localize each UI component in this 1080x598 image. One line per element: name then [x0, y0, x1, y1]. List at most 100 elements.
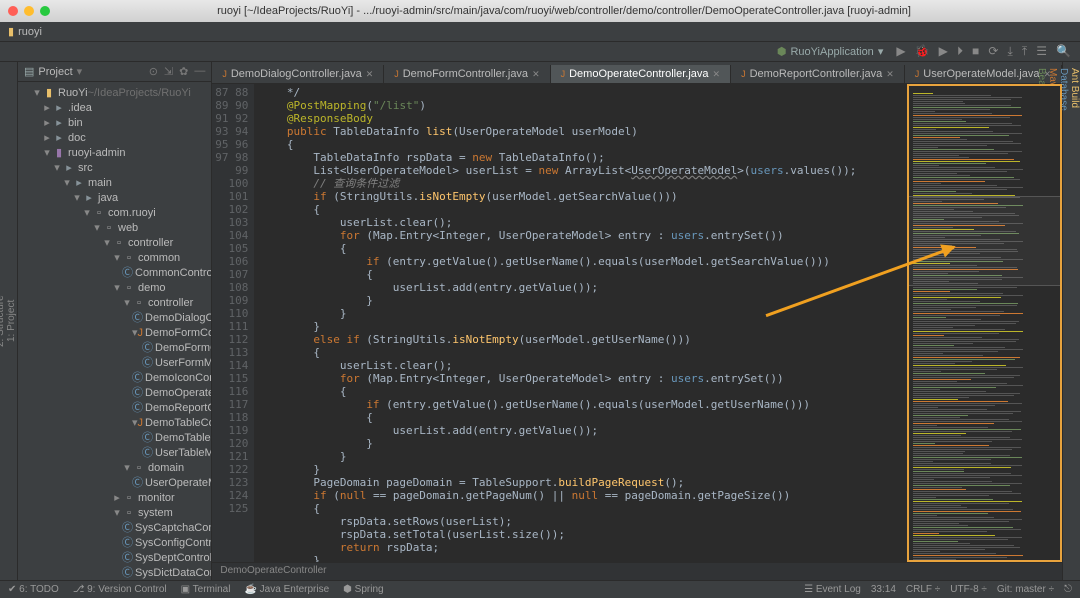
settings-icon[interactable]: ✿	[179, 65, 188, 78]
tree-node-syscaptchacontroller[interactable]: ⒸSysCaptchaController	[18, 521, 211, 536]
editor-area: JDemoDialogController.java✕JDemoFormCont…	[212, 62, 1062, 580]
zoom-window-icon[interactable]	[40, 6, 50, 16]
tree-node-common[interactable]: ▾▫common	[18, 251, 211, 266]
status-item[interactable]: 33:14	[871, 584, 896, 595]
tree-node-demodialogcontroller[interactable]: ⒸDemoDialogController	[18, 311, 211, 326]
minimap-viewport[interactable]	[909, 196, 1060, 286]
tree-node-usertablemodel[interactable]: ⒸUserTableModel	[18, 446, 211, 461]
window-title: ruoyi [~/IdeaProjects/RuoYi] - .../ruoyi…	[56, 5, 1072, 17]
tree-node-sysconfigcontroller[interactable]: ⒸSysConfigController	[18, 536, 211, 551]
status-item[interactable]: ⎋	[1064, 584, 1072, 595]
tree-node-demooperatecontroller[interactable]: ⒸDemoOperateController	[18, 386, 211, 401]
java-file-icon: J	[561, 69, 566, 79]
line-number-gutter[interactable]: 87 88 89 90 91 92 93 94 95 96 97 98 99 1…	[212, 84, 254, 562]
tool-tab-structure[interactable]: 2: Structure	[0, 62, 6, 580]
tree-node-doc[interactable]: ▸▸doc	[18, 131, 211, 146]
status-item[interactable]: UTF-8 ÷	[950, 584, 987, 595]
tree-node-sysdictdatacontroller[interactable]: ⒸSysDictDataController	[18, 566, 211, 580]
status-tab-6todo[interactable]: ✔ 6: TODO	[8, 584, 59, 595]
editor-breadcrumb[interactable]: DemoOperateController	[212, 562, 1062, 580]
minimize-window-icon[interactable]	[24, 6, 34, 16]
close-window-icon[interactable]	[8, 6, 18, 16]
tree-node-src[interactable]: ▾▸src	[18, 161, 211, 176]
top-toolbar: ⬢ RuoYiApplication ▾ ▶ 🐞 ▶ ⏵ ■ ⟳ ⤓ ⤒ ☰ 🔍	[0, 42, 1080, 62]
tree-node-monitor[interactable]: ▸▫monitor	[18, 491, 211, 506]
search-icon[interactable]: 🔍	[1056, 44, 1071, 58]
status-tab-terminal[interactable]: ▣ Terminal	[181, 584, 231, 595]
status-tab-spring[interactable]: ⬢ Spring	[343, 584, 383, 595]
profile-icon[interactable]: ⏵	[957, 44, 963, 58]
tree-node-userformmodel[interactable]: ⒸUserFormModel	[18, 356, 211, 371]
tree-node-controller[interactable]: ▾▫controller	[18, 236, 211, 251]
hide-icon[interactable]: —	[194, 65, 205, 78]
vcs-push-icon[interactable]: ⤒	[1022, 44, 1027, 58]
run-config-label: RuoYiApplication	[790, 46, 873, 58]
toolbar-actions: ▶ 🐞 ▶ ⏵ ■ ⟳ ⤓ ⤒ ☰ 🔍	[893, 44, 1074, 59]
tree-node-demoreportcontroller[interactable]: ⒸDemoReportController	[18, 401, 211, 416]
chevron-down-icon: ▾	[77, 65, 83, 78]
spring-icon: ⬢	[777, 45, 787, 58]
left-tool-strip: 1: Project2: StructureWeb2: Favorites	[0, 62, 18, 580]
java-file-icon: J	[394, 69, 399, 79]
editor-tab-demoreportcontrollerjava[interactable]: JDemoReportController.java✕	[731, 65, 905, 83]
run-config-selector[interactable]: ⬢ RuoYiApplication ▾	[777, 45, 884, 58]
close-tab-icon[interactable]: ✕	[532, 69, 540, 80]
java-file-icon: J	[741, 69, 746, 79]
tree-node-comruoyi[interactable]: ▾▫com.ruoyi	[18, 206, 211, 221]
tree-node-idea[interactable]: ▸▸.idea	[18, 101, 211, 116]
status-item[interactable]: CRLF ÷	[906, 584, 940, 595]
project-view-label: Project	[38, 66, 72, 78]
collapse-icon[interactable]: ⇲	[164, 65, 173, 78]
locate-icon[interactable]: ⊙	[149, 65, 158, 78]
tree-node-bin[interactable]: ▸▸bin	[18, 116, 211, 131]
status-tab-javaenterprise[interactable]: ☕ Java Enterprise	[244, 584, 329, 595]
java-file-icon: J	[915, 69, 920, 79]
update-icon[interactable]: ⟳	[988, 44, 998, 58]
menu-bar[interactable]: ▮ ruoyi	[0, 22, 1080, 42]
project-icon: ▮	[8, 25, 14, 38]
mac-titlebar: ruoyi [~/IdeaProjects/RuoYi] - .../ruoyi…	[0, 0, 1080, 22]
tree-node-sysdeptcontroller[interactable]: ⒸSysDeptController	[18, 551, 211, 566]
status-item[interactable]: Git: master ÷	[997, 584, 1054, 595]
close-tab-icon[interactable]: ✕	[713, 69, 721, 80]
stop-icon[interactable]: ■	[972, 44, 979, 58]
tree-node-ruoyiadmin[interactable]: ▾▮ruoyi-admin	[18, 146, 211, 161]
editor-tab-demoformcontrollerjava[interactable]: JDemoFormController.java✕	[384, 65, 550, 83]
tree-node-java[interactable]: ▾▸java	[18, 191, 211, 206]
project-pane-header[interactable]: ▤ Project ▾ ⊙ ⇲ ✿ —	[18, 62, 211, 82]
close-tab-icon[interactable]: ✕	[886, 69, 894, 80]
tree-node-commoncontroller[interactable]: ⒸCommonController	[18, 266, 211, 281]
project-tree[interactable]: ▾▮RuoYi ~/IdeaProjects/RuoYi▸▸.idea▸▸bin…	[18, 82, 211, 580]
tree-node-demotablecontrollerjava[interactable]: ▾JDemoTableController.java	[18, 416, 211, 431]
tree-node-ruoyi[interactable]: ▾▮RuoYi ~/IdeaProjects/RuoYi	[18, 86, 211, 101]
tree-node-demoformcontroller[interactable]: ⒸDemoFormController	[18, 341, 211, 356]
project-view-icon: ▤	[24, 65, 34, 78]
tree-node-web[interactable]: ▾▫web	[18, 221, 211, 236]
editor-tab-demooperatecontrollerjava[interactable]: JDemoOperateController.java✕	[551, 65, 731, 83]
tree-node-system[interactable]: ▾▫system	[18, 506, 211, 521]
coverage-icon[interactable]: ▶	[939, 44, 948, 58]
tree-node-controller[interactable]: ▾▫controller	[18, 296, 211, 311]
tree-node-main[interactable]: ▾▸main	[18, 176, 211, 191]
project-name[interactable]: ruoyi	[18, 26, 42, 38]
tree-node-demoiconcontroller[interactable]: ⒸDemoIconController	[18, 371, 211, 386]
debug-icon[interactable]: 🐞	[915, 44, 930, 58]
run-icon[interactable]: ▶	[896, 44, 905, 58]
code-minimap[interactable]	[907, 84, 1062, 562]
code-editor[interactable]: */ @PostMapping("/list") @ResponseBody p…	[254, 84, 907, 562]
tree-node-demoformcontrollerjava[interactable]: ▾JDemoFormController.java	[18, 326, 211, 341]
tree-node-domain[interactable]: ▾▫domain	[18, 461, 211, 476]
java-file-icon: J	[222, 69, 227, 79]
tree-node-useroperatemodel[interactable]: ⒸUserOperateModel	[18, 476, 211, 491]
ide-settings-icon[interactable]: ☰	[1036, 44, 1047, 58]
close-tab-icon[interactable]: ✕	[366, 69, 374, 80]
status-tab-9versioncontrol[interactable]: ⎇ 9: Version Control	[73, 584, 167, 595]
tree-node-demotablecontroller[interactable]: ⒸDemoTableController	[18, 431, 211, 446]
tree-node-demo[interactable]: ▾▫demo	[18, 281, 211, 296]
editor-tabs: JDemoDialogController.java✕JDemoFormCont…	[212, 62, 1062, 84]
event-log-button[interactable]: ☰ Event Log	[804, 584, 861, 595]
tool-tab-antbuild[interactable]: Ant Build	[1069, 62, 1080, 580]
editor-tab-demodialogcontrollerjava[interactable]: JDemoDialogController.java✕	[212, 65, 384, 83]
vcs-icon[interactable]: ⤓	[1007, 44, 1012, 58]
tool-tab-project[interactable]: 1: Project	[6, 62, 17, 580]
